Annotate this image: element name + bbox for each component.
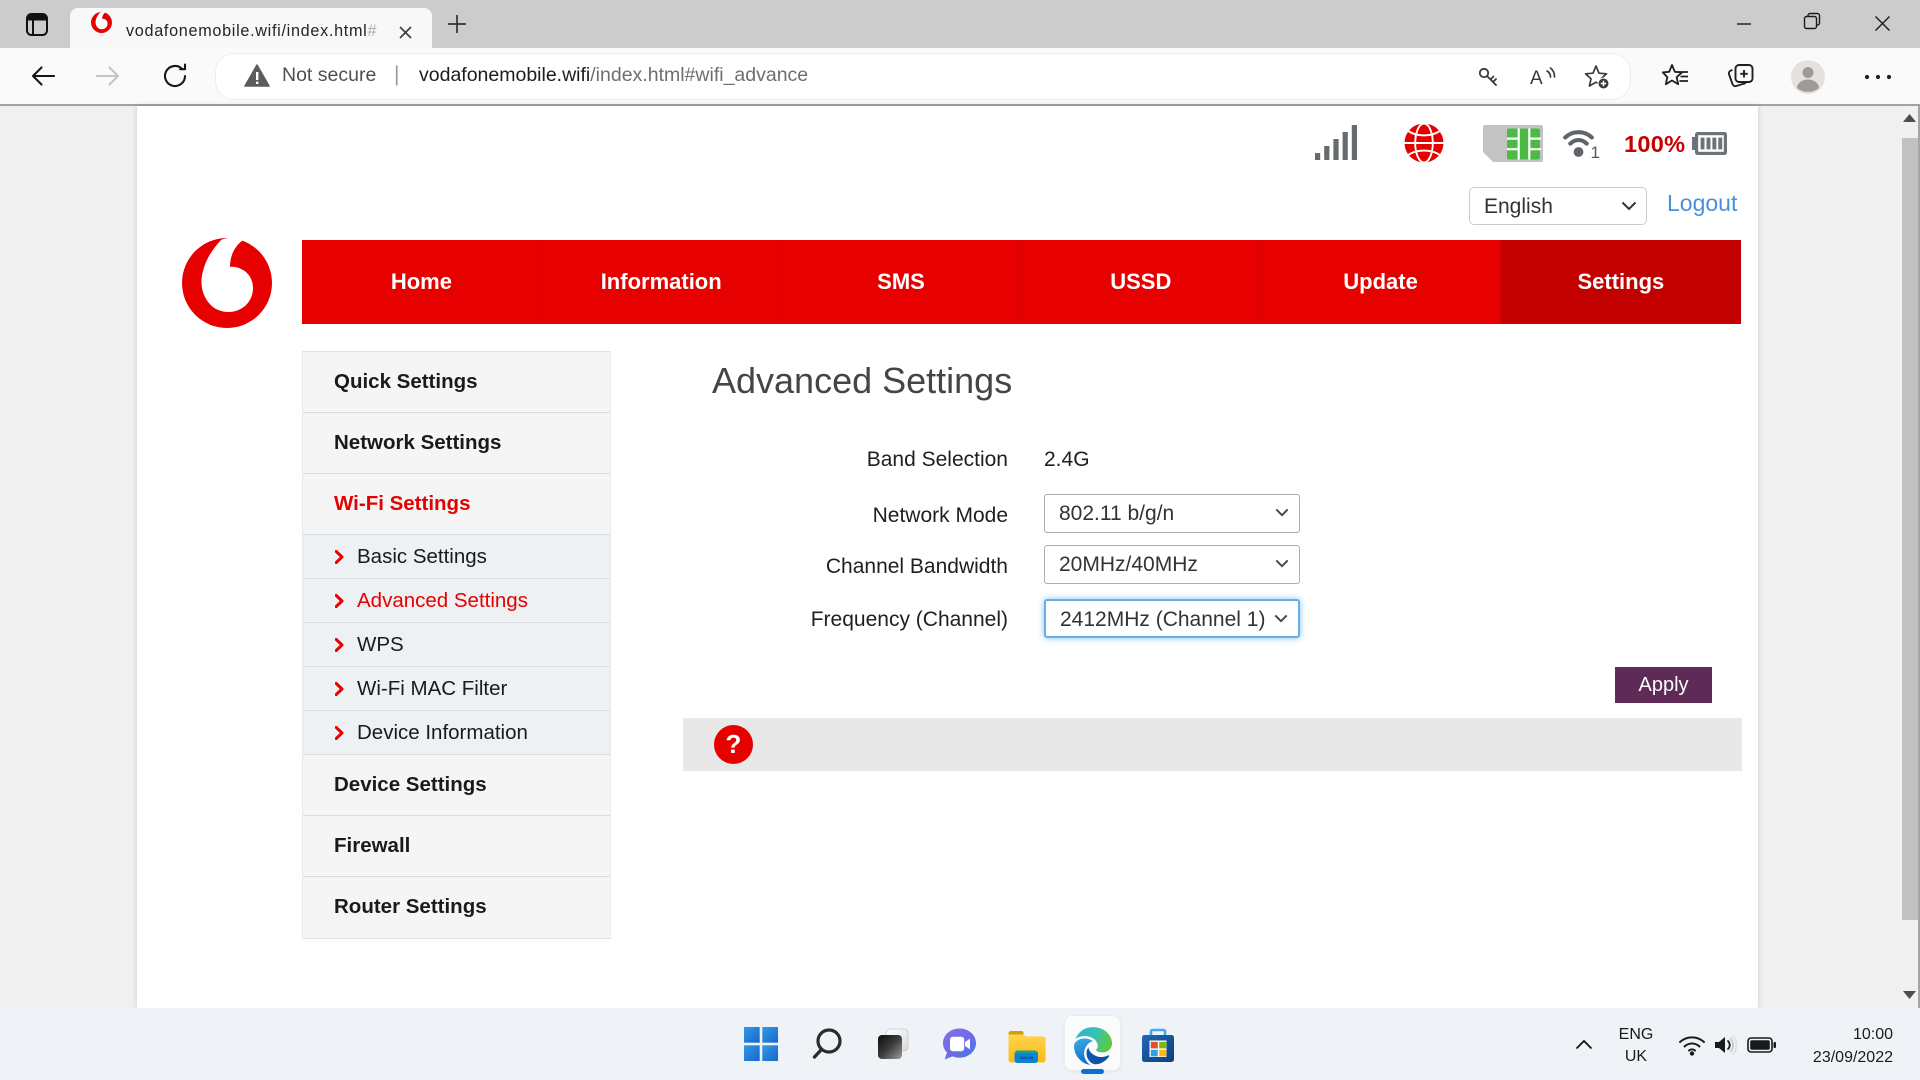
svg-text:A: A [1530,68,1543,89]
svg-text:1: 1 [1591,143,1600,162]
